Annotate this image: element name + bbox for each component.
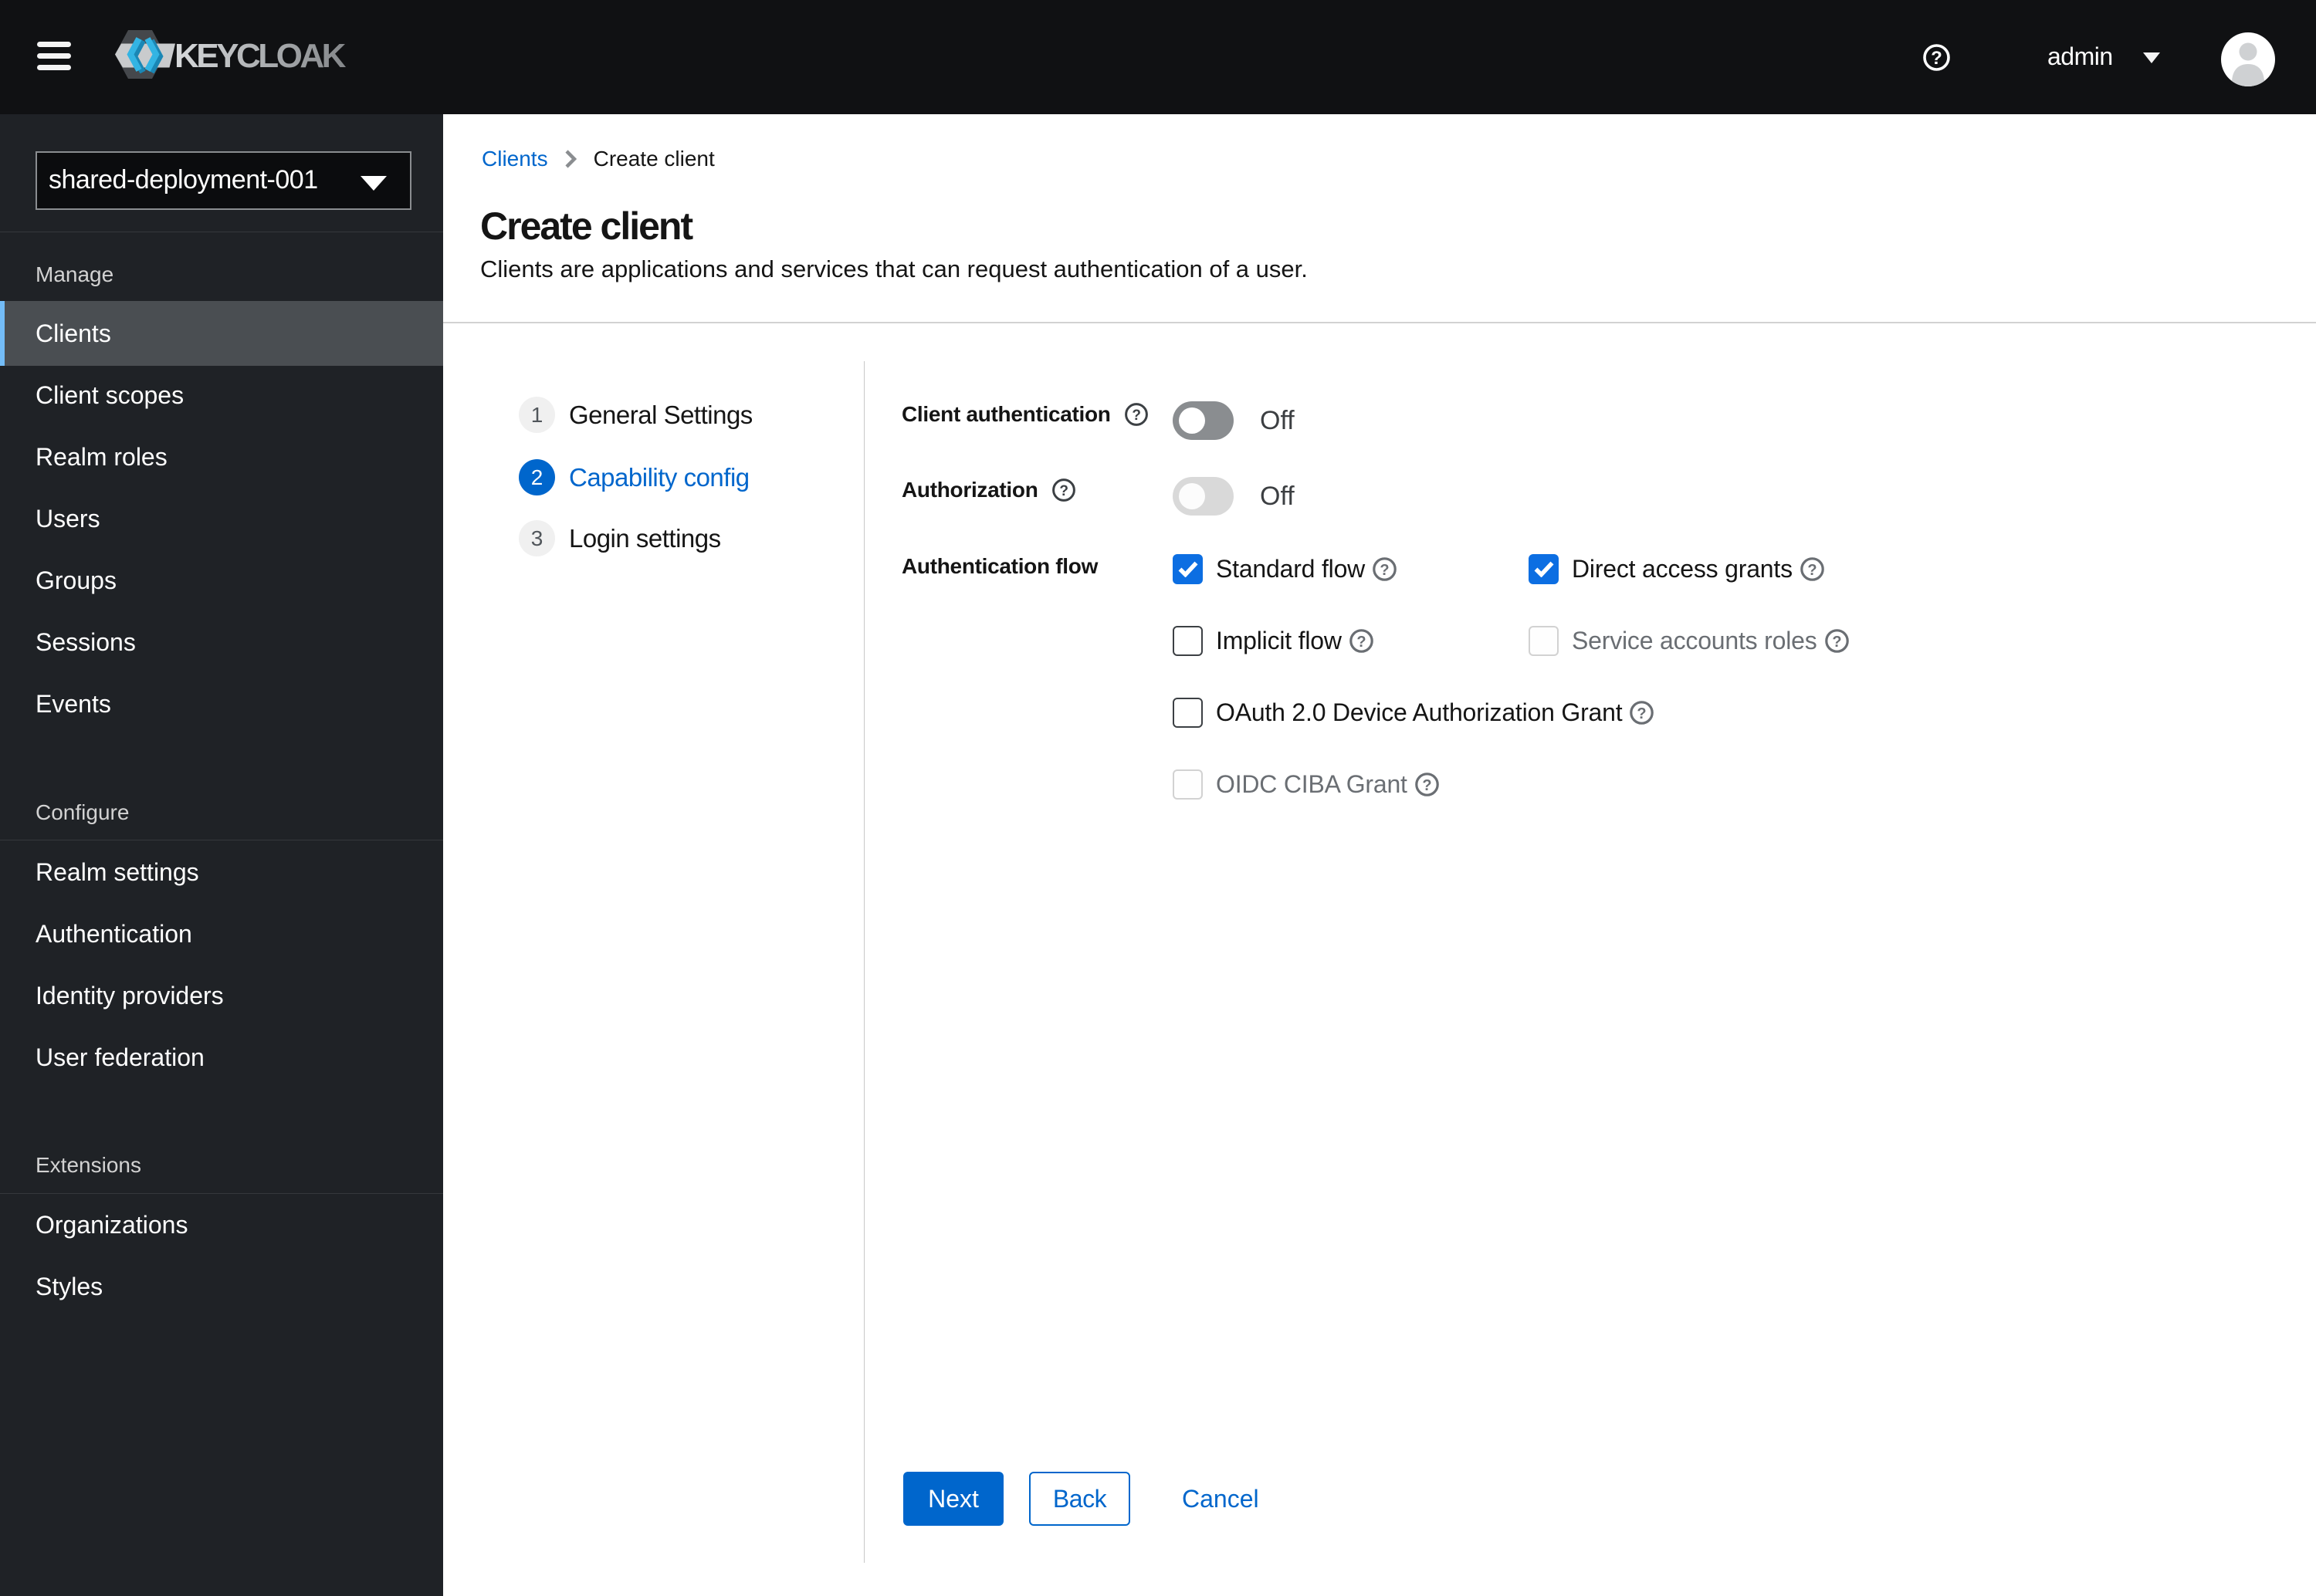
svg-text:?: ?: [1059, 483, 1068, 499]
svg-text:KEYCLOAK: KEYCLOAK: [174, 37, 347, 75]
svg-text:?: ?: [1807, 562, 1817, 579]
svg-text:?: ?: [1931, 48, 1942, 69]
svg-text:?: ?: [1132, 407, 1140, 424]
svg-text:?: ?: [1422, 777, 1431, 794]
svg-text:?: ?: [1832, 634, 1841, 651]
svg-text:?: ?: [1637, 705, 1647, 722]
svg-text:?: ?: [1380, 562, 1389, 579]
svg-text:?: ?: [1356, 634, 1366, 651]
